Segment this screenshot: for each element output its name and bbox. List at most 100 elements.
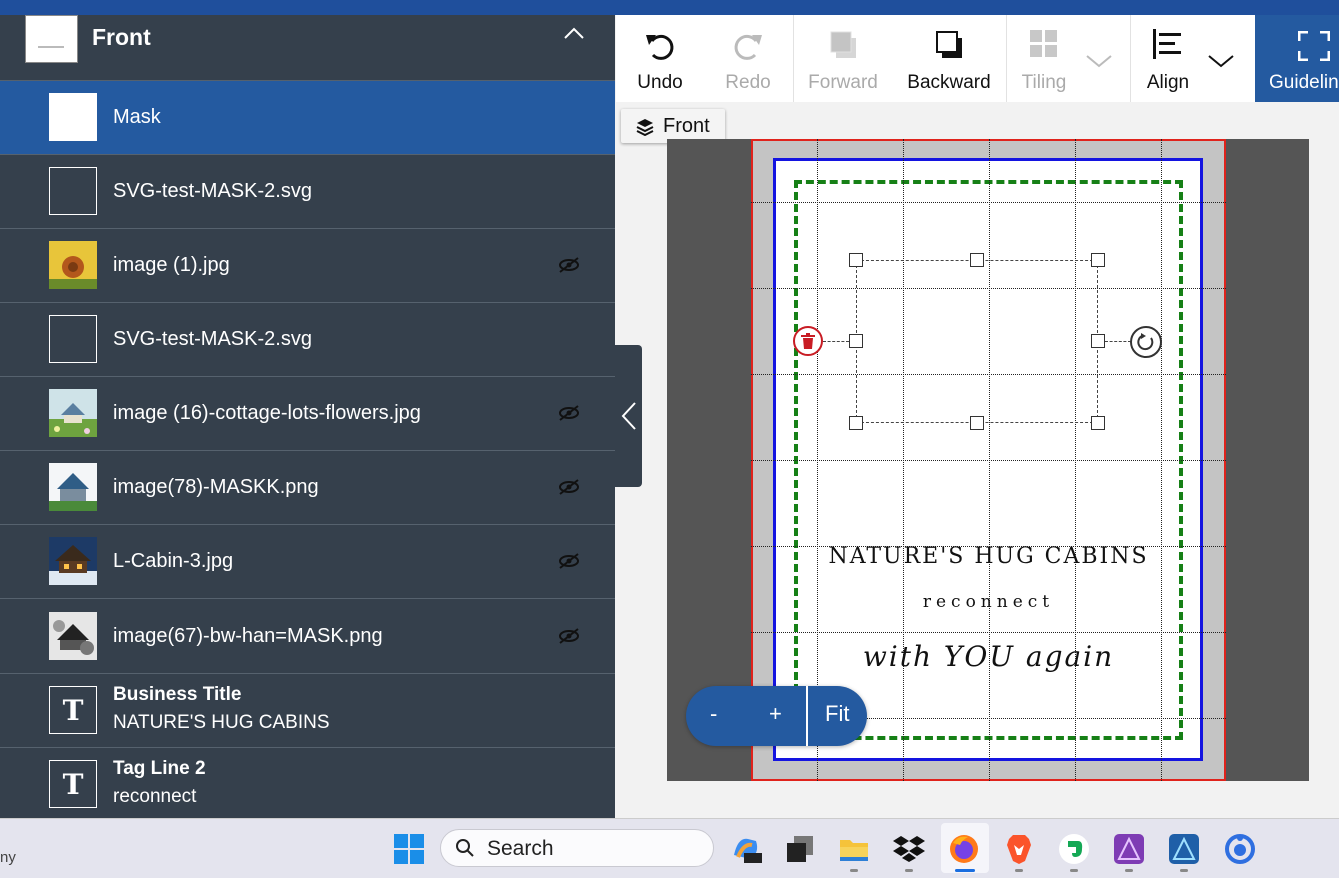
text-layer-value: NATURE'S HUG CABINS	[113, 712, 330, 733]
zoom-in-button[interactable]: +	[769, 701, 782, 727]
cottage-blue-thumbnail	[49, 463, 97, 511]
taskbar: ny Search	[0, 818, 1339, 878]
chevron-left-icon	[621, 402, 636, 430]
tiling-button[interactable]: Tiling	[1008, 15, 1080, 102]
delete-connector	[823, 341, 849, 342]
layer-row-mask[interactable]: Mask	[0, 81, 615, 155]
task-view-icon[interactable]	[784, 833, 816, 865]
running-indicator	[850, 869, 858, 872]
layer-label: image (1).jpg	[113, 254, 230, 276]
forward-button[interactable]: Forward	[794, 15, 892, 102]
resize-handle-top-right[interactable]	[1091, 253, 1105, 267]
toolbar-divider	[1130, 15, 1131, 102]
align-chevron-down-icon[interactable]	[1207, 53, 1235, 69]
layer-row[interactable]: image (16)-cottage-lots-flowers.jpg	[0, 377, 615, 451]
running-indicator	[1125, 869, 1133, 872]
hidden-eye-icon[interactable]	[557, 255, 581, 275]
tiling-grid-icon	[1030, 30, 1057, 57]
cabin-night-thumbnail	[49, 537, 97, 585]
taskbar-left-text: ny	[0, 849, 16, 866]
layer-row[interactable]: image(67)-bw-han=MASK.png	[0, 599, 615, 674]
file-explorer-icon[interactable]	[838, 833, 870, 865]
resize-handle-top[interactable]	[970, 253, 984, 267]
resize-handle-bottom-left[interactable]	[849, 416, 863, 430]
windows-start-icon[interactable]	[393, 833, 425, 865]
search-placeholder: Search	[487, 837, 554, 860]
layers-section-header[interactable]: Front	[0, 15, 615, 81]
layer-row[interactable]: SVG-test-MASK-2.svg	[0, 155, 615, 229]
undo-label: Undo	[637, 72, 683, 93]
layer-row[interactable]: SVG-test-MASK-2.svg	[0, 303, 615, 377]
trash-icon	[801, 333, 815, 349]
grid-line	[751, 460, 1226, 461]
text-layer-name: Tag Line 2	[113, 758, 206, 779]
resize-handle-right[interactable]	[1091, 334, 1105, 348]
backward-button[interactable]: Backward	[900, 15, 998, 102]
hidden-eye-icon[interactable]	[557, 403, 581, 423]
align-label: Align	[1146, 72, 1190, 93]
copilot-icon[interactable]	[730, 833, 762, 865]
layer-row[interactable]: L-Cabin-3.jpg	[0, 525, 615, 599]
app-circle-icon[interactable]	[1224, 833, 1256, 865]
hidden-eye-icon[interactable]	[557, 551, 581, 571]
evernote-icon[interactable]	[1058, 833, 1090, 865]
redo-button[interactable]: Redo	[704, 15, 792, 102]
layer-label: SVG-test-MASK-2.svg	[113, 328, 312, 350]
window-top-bar	[0, 0, 1339, 15]
section-title: Front	[92, 24, 151, 50]
affinity-designer-icon[interactable]	[1168, 833, 1200, 865]
layer-thumbnail	[49, 93, 97, 141]
chevron-up-icon[interactable]	[563, 25, 585, 41]
layer-label: L-Cabin-3.jpg	[113, 550, 234, 572]
send-backward-icon	[936, 31, 962, 58]
layer-label: image (16)-cottage-lots-flowers.jpg	[113, 402, 421, 424]
collapse-panel-button[interactable]	[615, 345, 642, 487]
text-layer-row[interactable]: T Tag Line 2 reconnect	[0, 748, 615, 818]
tagline-text[interactable]: reconnect	[794, 592, 1183, 612]
backward-label: Backward	[907, 72, 991, 93]
layer-label: Mask	[113, 106, 161, 128]
zoom-fit-button[interactable]: Fit	[825, 701, 849, 727]
tiling-chevron-down-icon[interactable]	[1085, 53, 1113, 69]
text-layer-row[interactable]: T Business Title NATURE'S HUG CABINS	[0, 674, 615, 748]
zoom-out-button[interactable]: -	[710, 701, 717, 727]
business-title-text[interactable]: NATURE'S HUG CABINS	[794, 544, 1183, 569]
resize-handle-bottom-right[interactable]	[1091, 416, 1105, 430]
delete-element-button[interactable]	[793, 326, 823, 356]
brave-icon[interactable]	[1003, 833, 1035, 865]
script-text[interactable]: with YOU again	[794, 640, 1183, 673]
toolbar-divider	[1006, 15, 1007, 102]
hidden-eye-icon[interactable]	[557, 477, 581, 497]
undo-button[interactable]: Undo	[616, 15, 704, 102]
text-layer-icon: T	[49, 686, 97, 734]
affinity-photo-icon[interactable]	[1113, 833, 1145, 865]
resize-handle-left[interactable]	[849, 334, 863, 348]
firefox-icon[interactable]	[948, 833, 980, 865]
layer-row[interactable]: image (1).jpg	[0, 229, 615, 303]
bw-thumbnail	[49, 612, 97, 660]
layer-label: SVG-test-MASK-2.svg	[113, 180, 312, 202]
guidelines-button[interactable]: Guidelines	[1255, 15, 1339, 102]
resize-handle-top-left[interactable]	[849, 253, 863, 267]
resize-handle-bottom[interactable]	[970, 416, 984, 430]
grid-line	[751, 202, 1226, 203]
running-indicator	[905, 869, 913, 872]
zoom-controls: - + Fit	[686, 686, 867, 746]
layer-label: image(67)-bw-han=MASK.png	[113, 625, 383, 647]
rotate-element-button[interactable]	[1130, 326, 1162, 358]
taskbar-search[interactable]: Search	[440, 829, 714, 867]
layers-stack-icon	[636, 119, 654, 136]
fullscreen-icon	[1298, 31, 1330, 61]
side-selector-label: Front	[663, 115, 710, 137]
dropbox-icon[interactable]	[893, 833, 925, 865]
guidelines-label: Guidelines	[1269, 72, 1339, 93]
side-selector-chip[interactable]: Front	[621, 109, 725, 143]
text-layer-name: Business Title	[113, 684, 242, 705]
yellow-flower-thumbnail	[49, 241, 97, 289]
hidden-eye-icon[interactable]	[557, 626, 581, 646]
selection-box[interactable]	[856, 260, 1098, 423]
cottage-thumbnail	[49, 389, 97, 437]
forward-label: Forward	[808, 72, 878, 93]
align-button[interactable]: Align	[1134, 15, 1202, 102]
layer-row[interactable]: image(78)-MASKK.png	[0, 451, 615, 525]
